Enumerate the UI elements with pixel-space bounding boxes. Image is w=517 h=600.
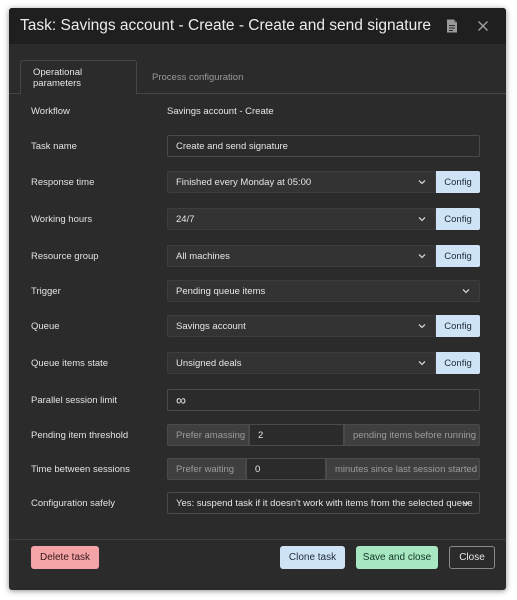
pending-item-threshold-label: Pending item threshold: [31, 429, 129, 441]
working-hours-row: Working hours 24/7 Config: [9, 208, 506, 230]
task-name-input[interactable]: Create and send signature: [167, 135, 480, 157]
time-between-input[interactable]: 0: [246, 458, 326, 480]
configuration-safely-row: Configuration safely Yes: suspend task i…: [9, 492, 506, 514]
time-between-suffix: minutes since last session started: [326, 458, 480, 480]
working-hours-label: Working hours: [31, 213, 93, 225]
pending-threshold-suffix: pending items before running: [344, 424, 480, 446]
time-between-prefix: Prefer waiting: [167, 458, 246, 480]
task-name-label: Task name: [31, 140, 77, 152]
chevron-down-icon: [418, 254, 426, 259]
footer-divider: [9, 539, 506, 540]
resource-group-select[interactable]: All machines: [167, 245, 436, 267]
queue-items-state-select[interactable]: Unsigned deals: [167, 352, 436, 374]
chevron-down-icon: [462, 501, 470, 506]
trigger-label: Trigger: [31, 285, 61, 297]
chevron-down-icon: [418, 324, 426, 329]
task-dialog: Task: Savings account - Create - Create …: [9, 8, 506, 590]
pending-threshold-prefix: Prefer amassing: [167, 424, 249, 446]
time-between-sessions-row: Time between sessions Prefer waiting 0 m…: [9, 458, 506, 480]
resource-group-config-button[interactable]: Config: [436, 245, 480, 267]
parallel-session-limit-row: Parallel session limit ∞: [9, 389, 506, 411]
response-time-select[interactable]: Finished every Monday at 05:00: [167, 171, 436, 193]
delete-task-button[interactable]: Delete task: [31, 546, 99, 569]
task-name-row: Task name Create and send signature: [9, 135, 506, 157]
dialog-titlebar: Task: Savings account - Create - Create …: [9, 8, 506, 44]
queue-items-state-row: Queue items state Unsigned deals Config: [9, 352, 506, 374]
close-button[interactable]: Close: [449, 546, 495, 569]
chevron-down-icon: [418, 361, 426, 366]
working-hours-value: 24/7: [176, 213, 195, 225]
workflow-value: Savings account - Create: [167, 105, 274, 117]
time-between-sessions-label: Time between sessions: [31, 463, 130, 475]
queue-select[interactable]: Savings account: [167, 315, 436, 337]
chevron-down-icon: [418, 217, 426, 222]
working-hours-select[interactable]: 24/7: [167, 208, 436, 230]
queue-row: Queue Savings account Config: [9, 315, 506, 337]
parallel-session-limit-input[interactable]: ∞: [167, 389, 480, 411]
response-time-config-button[interactable]: Config: [436, 171, 480, 193]
response-time-row: Response time Finished every Monday at 0…: [9, 171, 506, 193]
close-icon[interactable]: [472, 15, 494, 37]
queue-items-state-config-button[interactable]: Config: [436, 352, 480, 374]
chevron-down-icon: [418, 180, 426, 185]
configuration-safely-label: Configuration safely: [31, 497, 115, 509]
resource-group-row: Resource group All machines Config: [9, 245, 506, 267]
clone-task-button[interactable]: Clone task: [280, 546, 345, 569]
parallel-session-limit-label: Parallel session limit: [31, 394, 118, 406]
workflow-label: Workflow: [31, 105, 70, 117]
save-and-close-button[interactable]: Save and close: [356, 546, 438, 569]
pending-item-threshold-row: Pending item threshold Prefer amassing 2…: [9, 424, 506, 446]
response-time-label: Response time: [31, 176, 95, 188]
queue-value: Savings account: [176, 320, 246, 332]
configuration-safely-select[interactable]: Yes: suspend task if it doesn't work wit…: [167, 492, 480, 514]
response-time-value: Finished every Monday at 05:00: [176, 176, 312, 188]
queue-items-state-value: Unsigned deals: [176, 357, 242, 369]
trigger-value: Pending queue items: [176, 285, 266, 297]
pending-threshold-input[interactable]: 2: [249, 424, 344, 446]
working-hours-config-button[interactable]: Config: [436, 208, 480, 230]
trigger-row: Trigger Pending queue items: [9, 280, 506, 302]
chevron-down-icon: [462, 289, 470, 294]
queue-label: Queue: [31, 320, 60, 332]
dialog-title: Task: Savings account - Create - Create …: [20, 17, 431, 34]
workflow-row: Workflow Savings account - Create: [9, 100, 506, 122]
tab-process-configuration[interactable]: Process configuration: [140, 60, 255, 94]
tab-bar: Operational parameters Process configura…: [9, 50, 506, 95]
queue-items-state-label: Queue items state: [31, 357, 109, 369]
document-icon[interactable]: [441, 15, 463, 37]
queue-config-button[interactable]: Config: [436, 315, 480, 337]
resource-group-value: All machines: [176, 250, 230, 262]
tab-operational-parameters[interactable]: Operational parameters: [20, 60, 137, 95]
trigger-select[interactable]: Pending queue items: [167, 280, 480, 302]
resource-group-label: Resource group: [31, 250, 99, 262]
configuration-safely-value: Yes: suspend task if it doesn't work wit…: [176, 497, 473, 509]
